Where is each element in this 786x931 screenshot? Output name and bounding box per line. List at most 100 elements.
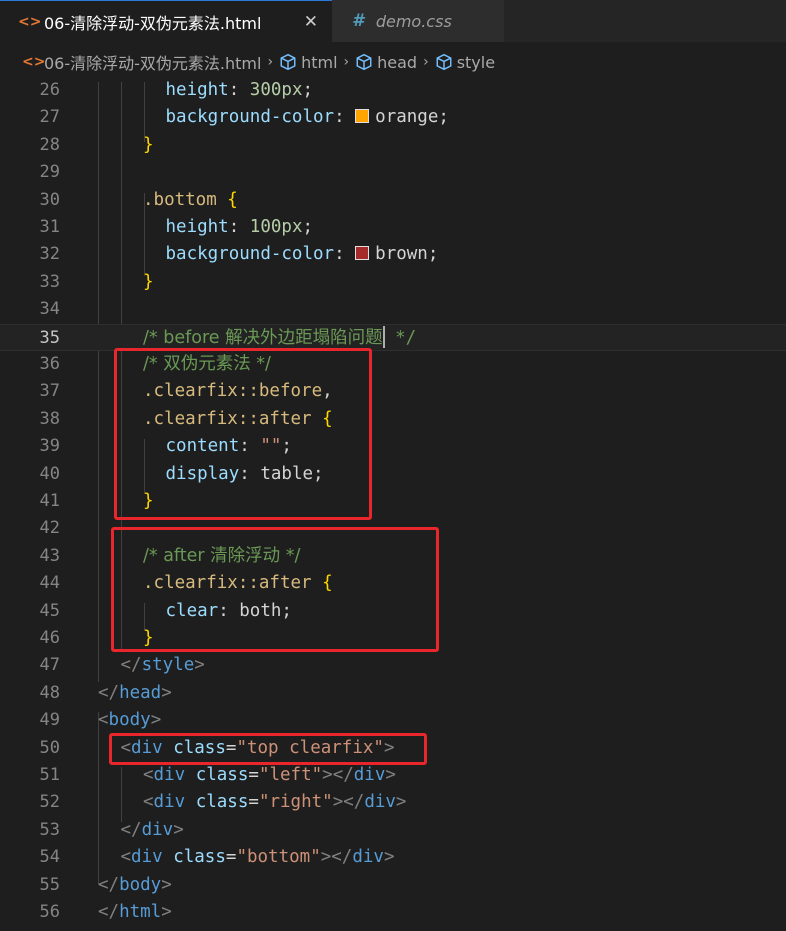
color-swatch-icon[interactable] [355, 109, 370, 124]
code-line[interactable]: 33} [0, 269, 786, 296]
code-token: </ [98, 682, 120, 703]
breadcrumb-label: head [377, 52, 418, 72]
tab-html-file[interactable]: <> 06-清除浮动-双伪元素法.html ✕ [0, 0, 332, 42]
line-number: 50 [39, 737, 60, 758]
code-token: "bottom" [236, 847, 321, 868]
cube-icon [280, 53, 296, 71]
breadcrumb-item-head[interactable]: head [355, 53, 417, 72]
breadcrumb-item-html[interactable]: html [279, 52, 338, 72]
line-number: 44 [39, 573, 60, 594]
line-number: 47 [39, 655, 60, 676]
code-text: .bottom { [143, 187, 238, 214]
code-text: </head> [98, 680, 172, 707]
code-token: div [141, 819, 174, 840]
code-token: 300px [249, 80, 303, 100]
code-token: = [248, 792, 259, 813]
code-token: class [173, 847, 226, 868]
code-token: </ [98, 874, 120, 895]
highlight-box [114, 348, 372, 520]
code-token: ></ [322, 765, 354, 785]
highlight-box [111, 527, 439, 652]
tab-label: demo.css [375, 11, 452, 31]
code-token: > [385, 765, 396, 785]
code-line[interactable]: 32 background-color: brown; [0, 241, 786, 268]
code-line[interactable]: 35 /* before 解决外边距塌陷问题 */ [0, 323, 786, 351]
code-text: } [143, 269, 154, 296]
close-icon[interactable]: ✕ [304, 12, 318, 32]
code-token: div [131, 847, 174, 868]
code-token: div [353, 765, 386, 785]
code-line[interactable]: 53 </div> [0, 817, 786, 844]
code-token: > [161, 682, 172, 703]
code-token: orange [375, 107, 439, 128]
code-token: div [153, 765, 196, 785]
code-line[interactable]: 55 </body> [0, 872, 786, 899]
code-line[interactable]: 28} [0, 132, 786, 159]
line-number: 49 [39, 710, 60, 731]
code-line[interactable]: 31 height: 100px; [0, 214, 786, 241]
code-line[interactable]: 26 height: 300px; [0, 77, 786, 104]
line-number: 37 [39, 381, 60, 402]
breadcrumb-label: html [301, 52, 338, 72]
code-text: <div class="left"></div> [143, 762, 396, 789]
line-number: 48 [39, 682, 60, 703]
code-token: ; [302, 80, 314, 100]
code-token: : [334, 244, 356, 265]
code-token: < [120, 847, 132, 868]
code-line[interactable]: 48 </head> [0, 680, 786, 707]
code-line[interactable]: 34 [0, 296, 786, 323]
code-token: </ [98, 902, 120, 922]
code-token: height [165, 217, 229, 237]
line-number: 52 [39, 792, 60, 813]
code-token: = [225, 847, 237, 868]
code-token: div [153, 792, 196, 813]
code-token: brown [375, 244, 428, 265]
code-text: background-color: orange; [166, 104, 449, 131]
code-line[interactable]: 27 background-color: orange; [0, 104, 786, 131]
code-text: </style> [121, 652, 205, 679]
code-token: ></ [320, 847, 353, 868]
code-token: </ [120, 819, 142, 840]
breadcrumb-item-style[interactable]: style [435, 53, 495, 72]
code-token: "right" [258, 792, 333, 813]
tab-bar: <> 06-清除浮动-双伪元素法.html ✕ # demo.css [0, 0, 786, 42]
code-token: head [119, 682, 162, 703]
code-line[interactable]: 52 <div class="right"></div> [0, 789, 786, 816]
tab-label: 06-清除浮动-双伪元素法.html [44, 13, 262, 33]
line-number: 41 [39, 491, 60, 511]
code-token: : [228, 80, 250, 100]
color-swatch-icon[interactable] [355, 246, 370, 261]
code-token: "left" [258, 765, 323, 785]
code-token: </ [120, 655, 142, 676]
code-token: */ [384, 327, 417, 348]
code-text: height: 300px; [166, 77, 314, 104]
code-token: > [150, 710, 162, 731]
line-number: 28 [39, 134, 60, 155]
line-number: 56 [39, 902, 60, 922]
code-token: { [227, 189, 238, 210]
code-line[interactable]: 51 <div class="left"></div> [0, 762, 786, 789]
code-line[interactable]: 30 .bottom { [0, 187, 786, 214]
code-token: div [364, 792, 396, 813]
tab-css-file[interactable]: # demo.css [332, 0, 504, 42]
code-token: > [395, 792, 407, 813]
code-line[interactable]: 47 </style> [0, 652, 786, 679]
code-text: height: 100px; [166, 214, 314, 241]
code-token: > [383, 847, 395, 868]
code-line[interactable]: 56 </html> [0, 899, 786, 926]
code-text: </div> [121, 817, 184, 844]
line-number: 53 [39, 819, 60, 840]
code-token: < [143, 765, 154, 785]
code-text: <body> [98, 707, 161, 734]
code-token: div [352, 847, 384, 868]
breadcrumb: <> 06-清除浮动-双伪元素法.html › html › head › st… [0, 42, 786, 82]
code-line[interactable]: 54 <div class="bottom"></div> [0, 844, 786, 871]
code-text: } [143, 132, 154, 159]
cube-icon [436, 53, 452, 71]
code-line[interactable]: 29 [0, 159, 786, 186]
code-token: ; [302, 217, 314, 237]
code-line[interactable]: 49 <body> [0, 707, 786, 734]
code-text: </body> [98, 872, 172, 899]
breadcrumb-file[interactable]: 06-清除浮动-双伪元素法.html [44, 50, 261, 74]
line-number: 42 [39, 518, 60, 539]
